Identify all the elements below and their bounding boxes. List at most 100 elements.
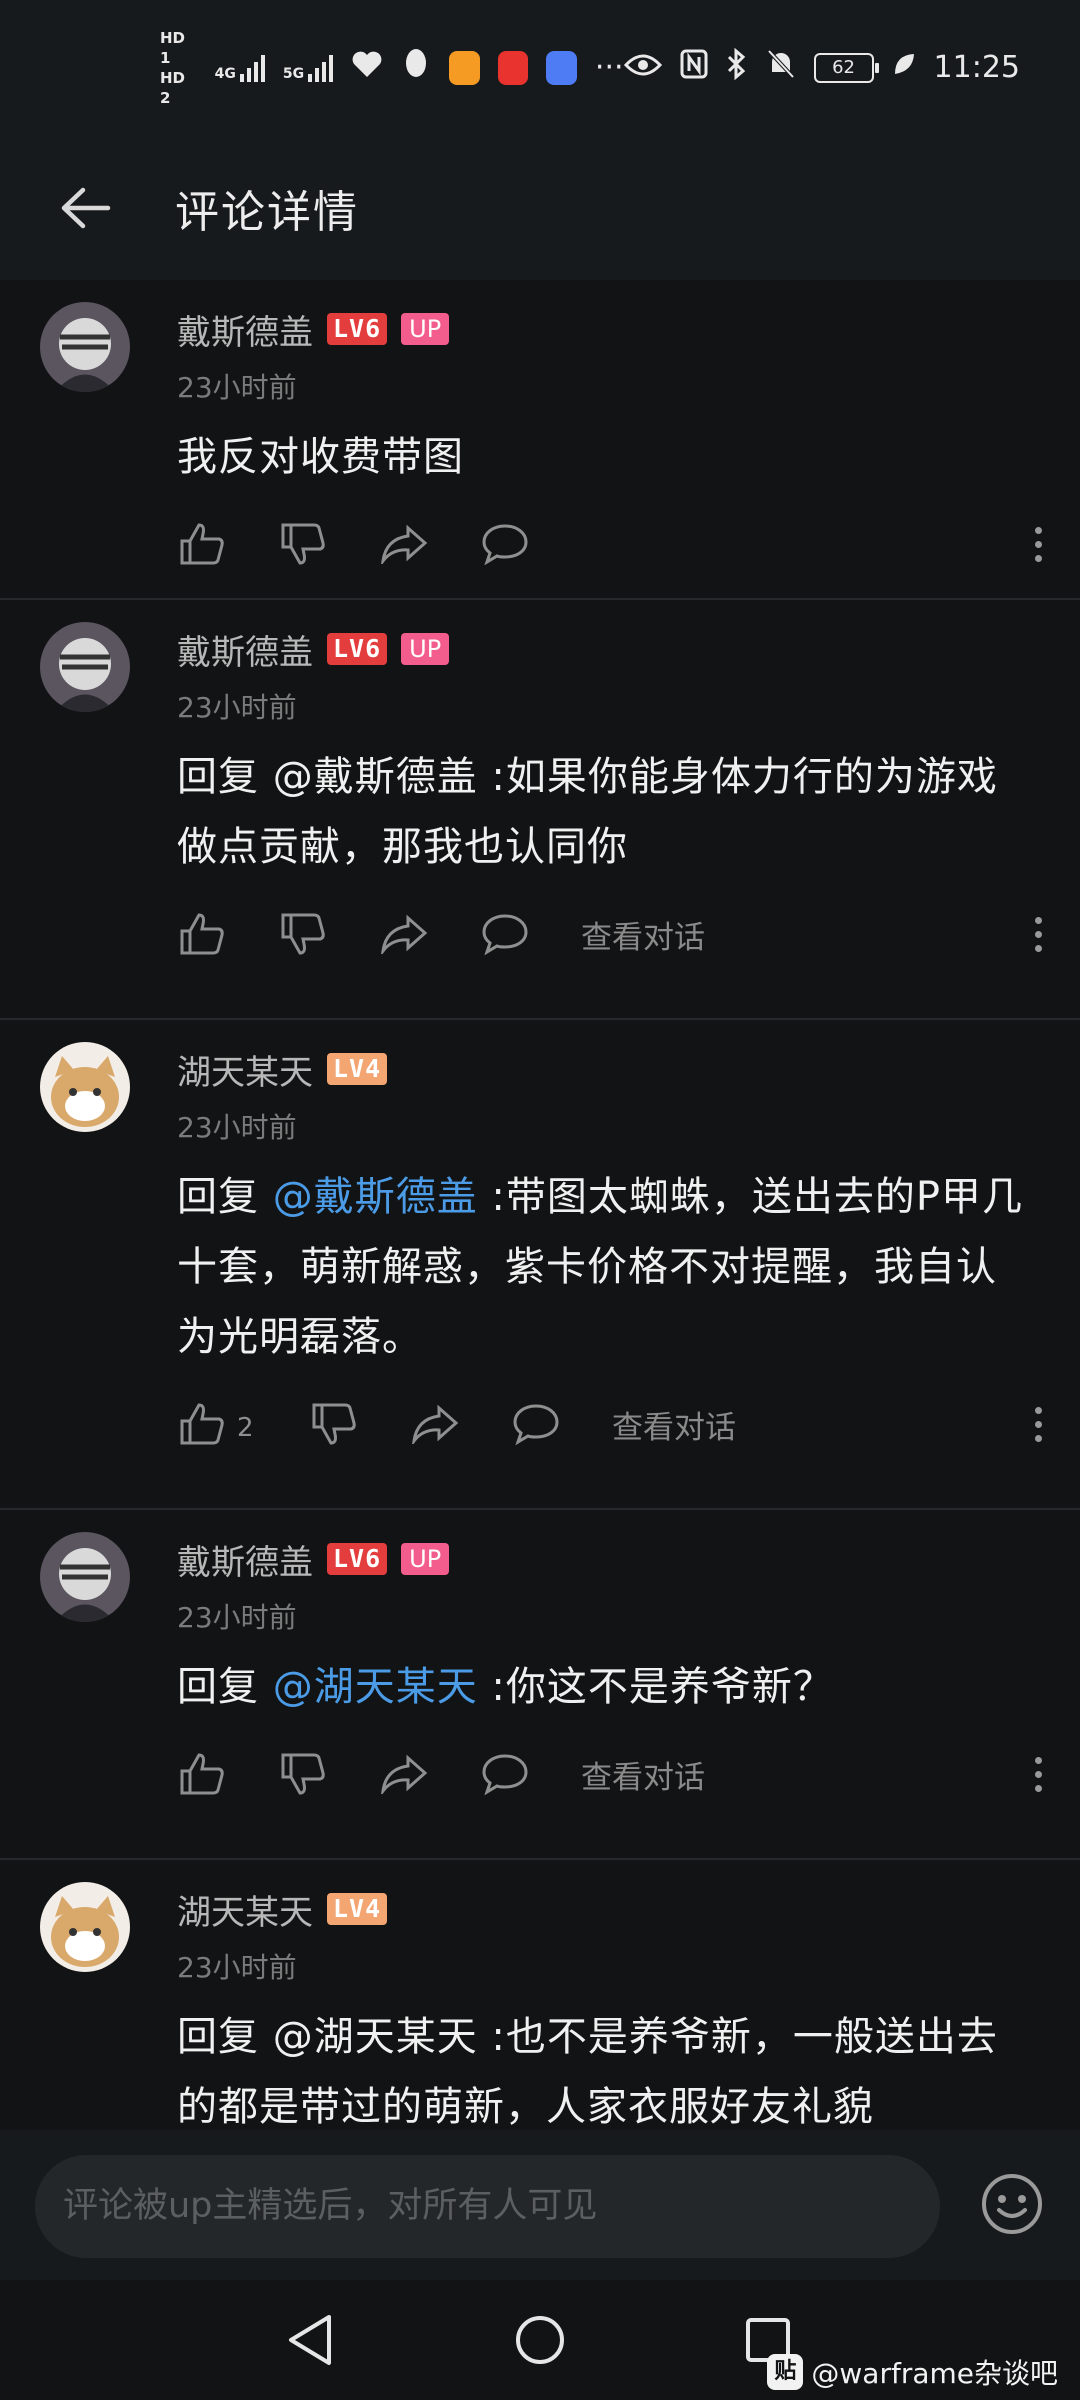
- signal-5g: 5G: [282, 54, 334, 82]
- thumbs-down-icon: [281, 523, 325, 565]
- signal-bars-icon: [308, 54, 334, 82]
- leaf-icon: [892, 50, 916, 85]
- action-bar: 查看对话: [177, 1744, 1042, 1804]
- dislike-button[interactable]: [278, 909, 328, 959]
- up-badge: UP: [401, 633, 450, 665]
- reply-button[interactable]: [480, 519, 530, 569]
- sim1-label: HD 1: [160, 28, 186, 67]
- more-options-button[interactable]: [1018, 519, 1058, 569]
- reply-button[interactable]: [480, 1749, 530, 1799]
- comment-body: :你这不是养爷新？: [477, 1664, 834, 1710]
- comment-input-bar: 评论被up主精选后，对所有人可见: [0, 2130, 1080, 2280]
- comment-item: 戴斯德盖 LV6 UP 23小时前 回复 @戴斯德盖 :如果你能身体力行的为游戏…: [0, 600, 1080, 1020]
- share-button[interactable]: [410, 1399, 460, 1449]
- action-bar: 2 查看对话: [177, 1394, 1042, 1454]
- username[interactable]: 湖天某天: [177, 1885, 313, 1934]
- nav-home-button[interactable]: [510, 2310, 570, 2370]
- battery-indicator: 62: [813, 52, 879, 83]
- timestamp: 23小时前: [177, 1951, 297, 1984]
- music-app-icon: [546, 50, 577, 85]
- share-arrow-icon: [412, 1404, 459, 1444]
- signal-4g: 4G: [215, 54, 265, 82]
- level-badge: LV4: [327, 1893, 388, 1925]
- bluetooth-icon: [726, 47, 748, 88]
- view-conversation-link[interactable]: 查看对话: [581, 1752, 705, 1797]
- level-badge: LV4: [327, 1053, 388, 1085]
- dislike-button[interactable]: [278, 1749, 328, 1799]
- weibo-icon: [497, 50, 529, 85]
- comment-input[interactable]: 评论被up主精选后，对所有人可见: [35, 2155, 940, 2258]
- comment-item: 戴斯德盖 LV6 UP 23小时前 我反对收费带图: [0, 280, 1080, 600]
- comment-text[interactable]: 回复 @戴斯德盖 :带图太蜘蛛，送出去的P甲几十套，萌新解惑，紫卡价格不对提醒，…: [177, 1162, 1030, 1372]
- triangle-back-icon: [289, 2315, 331, 2365]
- mention-link[interactable]: @湖天某天: [273, 1664, 478, 1710]
- avatar[interactable]: [40, 1042, 130, 1132]
- back-button[interactable]: [35, 158, 135, 258]
- dislike-button[interactable]: [278, 519, 328, 569]
- avatar[interactable]: [40, 1882, 130, 1972]
- level-badge: LV6: [327, 313, 388, 345]
- more-options-button[interactable]: [1018, 909, 1058, 959]
- like-button[interactable]: 2: [177, 1399, 254, 1449]
- comment-bubble-icon: [482, 914, 528, 955]
- thumbs-up-icon: [180, 523, 224, 565]
- timestamp: 23小时前: [177, 1111, 297, 1144]
- thumbs-up-icon: [180, 1403, 224, 1445]
- username[interactable]: 戴斯德盖: [177, 1535, 313, 1584]
- timestamp: 23小时前: [177, 1601, 297, 1634]
- timestamp: 23小时前: [177, 371, 297, 404]
- system-nav-bar: 贴 @warframe杂谈吧: [0, 2280, 1080, 2400]
- header: 评论详情: [0, 135, 1080, 280]
- timestamp: 23小时前: [177, 691, 297, 724]
- comment-bubble-icon: [482, 1754, 528, 1795]
- smiley-icon: [982, 2174, 1042, 2234]
- action-bar: 查看对话: [177, 904, 1042, 964]
- back-arrow-icon: [61, 187, 111, 228]
- status-bar: HD 1 HD 2 4G 5G ··· 62 11:25: [0, 0, 1080, 135]
- comment-item: 戴斯德盖 LV6 UP 23小时前 回复 @湖天某天 :你这不是养爷新？ 查看对…: [0, 1510, 1080, 1860]
- up-badge: UP: [401, 313, 450, 345]
- video-app-icon: [449, 50, 480, 85]
- comment-bubble-icon: [513, 1404, 559, 1445]
- circle-home-icon: [516, 2316, 564, 2364]
- signal-bars-icon: [239, 54, 265, 82]
- net-5g-label: 5G: [282, 65, 305, 82]
- share-button[interactable]: [379, 909, 429, 959]
- view-conversation-link[interactable]: 查看对话: [612, 1402, 736, 1447]
- comment-text[interactable]: 回复 @湖天某天 :你这不是养爷新？: [177, 1652, 1030, 1722]
- clock-time: 11:25: [933, 50, 1020, 85]
- comment-text[interactable]: 我反对收费带图: [177, 422, 1030, 492]
- page-title: 评论详情: [175, 186, 359, 238]
- dislike-button[interactable]: [309, 1399, 359, 1449]
- share-arrow-icon: [381, 914, 428, 954]
- like-button[interactable]: [177, 909, 227, 959]
- comment-item: 湖天某天 LV4 23小时前 回复 @戴斯德盖 :带图太蜘蛛，送出去的P甲几十套…: [0, 1020, 1080, 1510]
- avatar[interactable]: [40, 622, 130, 712]
- comment-item: 湖天某天 LV4 23小时前 回复 @湖天某天 :也不是养爷新，一般送出去的都是…: [0, 1860, 1080, 2130]
- more-options-button[interactable]: [1018, 1399, 1058, 1449]
- like-button[interactable]: [177, 519, 227, 569]
- reply-button[interactable]: [511, 1399, 561, 1449]
- emoji-button[interactable]: [980, 2172, 1044, 2236]
- comment-text[interactable]: 回复 @湖天某天 :也不是养爷新，一般送出去的都是带过的萌新，人家衣服好友礼貌: [177, 2002, 1030, 2130]
- share-button[interactable]: [379, 1749, 429, 1799]
- username[interactable]: 湖天某天: [177, 1045, 313, 1094]
- tieba-logo-icon: 贴: [767, 2354, 804, 2390]
- username[interactable]: 戴斯德盖: [177, 305, 313, 354]
- more-options-button[interactable]: [1018, 1749, 1058, 1799]
- view-conversation-link[interactable]: 查看对话: [581, 912, 705, 957]
- share-button[interactable]: [379, 519, 429, 569]
- mention-link[interactable]: @戴斯德盖: [273, 1174, 478, 1220]
- comment-text[interactable]: 回复 @戴斯德盖 :如果你能身体力行的为游戏做点贡献，那我也认同你: [177, 742, 1030, 882]
- comment-list[interactable]: 戴斯德盖 LV6 UP 23小时前 我反对收费带图 戴斯德盖 LV6 UP 23…: [0, 280, 1080, 2130]
- username[interactable]: 戴斯德盖: [177, 625, 313, 674]
- thumbs-up-icon: [180, 913, 224, 955]
- net-4g-label: 4G: [214, 65, 236, 82]
- reply-button[interactable]: [480, 909, 530, 959]
- like-button[interactable]: [177, 1749, 227, 1799]
- nav-back-button[interactable]: [280, 2310, 340, 2370]
- avatar[interactable]: [40, 1532, 130, 1622]
- watermark: 贴 @warframe杂谈吧: [767, 2352, 1058, 2392]
- avatar[interactable]: [40, 302, 130, 392]
- eye-icon: [623, 50, 662, 85]
